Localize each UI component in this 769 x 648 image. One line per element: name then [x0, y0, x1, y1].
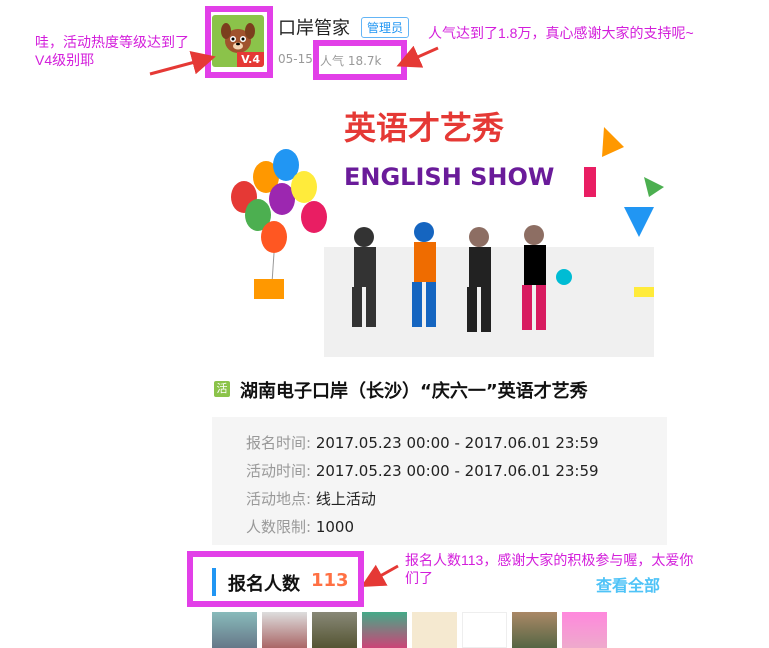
participant-avatar[interactable] — [462, 612, 507, 648]
info-value: 1000 — [315, 518, 355, 536]
event-info-panel: 报名时间: 2017.05.23 00:00 - 2017.06.01 23:5… — [212, 417, 667, 545]
info-row-event-time: 活动时间: 2017.05.23 00:00 - 2017.06.01 23:5… — [246, 460, 599, 481]
info-key: 活动地点: — [246, 490, 312, 508]
banner-title-cn: 英语才艺秀 — [344, 109, 504, 147]
participant-avatar[interactable] — [262, 612, 307, 648]
arrow-to-signup — [360, 564, 399, 587]
arrow-to-popularity — [396, 45, 439, 68]
info-value: 2017.05.23 00:00 - 2017.06.01 23:59 — [315, 434, 599, 452]
banner-title-en: ENGLISH SHOW — [344, 163, 554, 191]
highlight-box-signup — [187, 551, 364, 607]
participant-avatar[interactable] — [512, 612, 557, 648]
participant-avatar[interactable] — [362, 612, 407, 648]
participant-avatar[interactable] — [312, 612, 357, 648]
info-key: 人数限制: — [246, 518, 312, 536]
activity-badge: 活 — [214, 381, 230, 397]
event-title: 湖南电子口岸（长沙）“庆六一”英语才艺秀 — [240, 381, 588, 402]
view-all-link[interactable]: 查看全部 — [596, 572, 660, 596]
event-banner[interactable]: 英语才艺秀 ENGLISH SHOW — [224, 87, 672, 362]
info-value: 线上活动 — [315, 490, 376, 508]
info-row-location: 活动地点: 线上活动 — [246, 488, 376, 509]
participant-avatar[interactable] — [562, 612, 607, 648]
info-key: 报名时间: — [246, 434, 312, 452]
info-row-signup-time: 报名时间: 2017.05.23 00:00 - 2017.06.01 23:5… — [246, 432, 599, 453]
participant-avatar[interactable] — [412, 612, 457, 648]
info-key: 活动时间: — [246, 462, 312, 480]
info-row-limit: 人数限制: 1000 — [246, 516, 354, 537]
participant-avatar[interactable] — [212, 612, 257, 648]
annotation-popularity: 人气达到了1.8万，真心感谢大家的支持呢~ — [428, 25, 694, 41]
annotation-level: 哇，活动热度等级达到了V4级别耶 — [35, 34, 189, 68]
info-value: 2017.05.23 00:00 - 2017.06.01 23:59 — [315, 462, 599, 480]
